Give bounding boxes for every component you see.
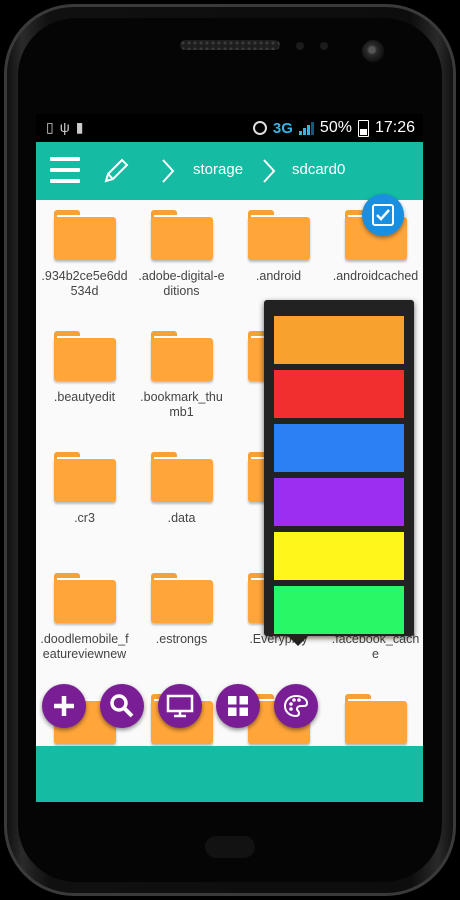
file-item[interactable]: .adobe-digital-editions <box>133 200 230 299</box>
folder-icon <box>247 210 310 260</box>
battery-icon <box>357 119 369 137</box>
fab-toolbar <box>42 684 318 730</box>
file-name: .androidcached <box>332 269 419 283</box>
alarm-icon <box>252 121 267 135</box>
palette-icon <box>283 694 309 718</box>
breadcrumb-storage[interactable]: storage <box>193 161 243 178</box>
toolbar: storage sdcard0 <box>36 142 423 200</box>
checkbox-icon <box>372 204 394 226</box>
usb-icon: ψ <box>59 119 76 135</box>
file-name: .adobe-digital-editions <box>138 269 225 298</box>
file-item[interactable]: .estrongs <box>133 563 230 647</box>
front-camera <box>362 40 384 62</box>
proximity-sensor <box>296 42 304 50</box>
file-item[interactable]: .android <box>230 200 327 284</box>
grid-view-button[interactable] <box>216 684 260 728</box>
add-icon <box>54 696 74 716</box>
notification-icon: ▯ <box>46 119 60 135</box>
storage-icon: ▮ <box>75 119 90 135</box>
search-button[interactable] <box>100 684 144 728</box>
file-item[interactable]: .bookmark_thumb1 <box>133 321 230 420</box>
folder-icon <box>53 210 116 260</box>
color-swatch[interactable] <box>274 316 404 364</box>
home-button[interactable] <box>205 836 255 858</box>
screen: ▯ψ▮ 3G 50% 17:26 storage sdcard0 .934b2c… <box>36 114 423 802</box>
folder-icon <box>150 452 213 502</box>
color-swatch[interactable] <box>274 478 404 526</box>
file-name: .934b2ce5e6dd534d <box>41 269 128 298</box>
theme-color-button[interactable] <box>274 684 318 728</box>
file-item[interactable] <box>327 684 423 753</box>
grid-icon <box>228 696 248 716</box>
folder-icon <box>53 452 116 502</box>
file-name: .data <box>167 511 196 525</box>
search-icon <box>110 694 134 718</box>
folder-icon <box>53 573 116 623</box>
color-swatch[interactable] <box>274 370 404 418</box>
file-item[interactable]: .934b2ce5e6dd534d <box>36 200 133 299</box>
edit-icon[interactable] <box>100 155 132 187</box>
file-name: .facebook_cache <box>331 632 420 661</box>
monitor-icon <box>166 694 194 718</box>
network-type: 3G <box>272 119 293 137</box>
chevron-right-icon <box>162 159 175 183</box>
file-item[interactable]: .beautyedit <box>36 321 133 405</box>
view-button[interactable] <box>158 684 202 728</box>
color-swatch[interactable] <box>274 424 404 472</box>
earpiece <box>180 40 280 50</box>
add-button[interactable] <box>42 684 86 728</box>
folder-icon <box>53 331 116 381</box>
battery-percent: 50% <box>319 119 352 136</box>
file-name: .beautyedit <box>53 390 116 404</box>
folder-icon <box>150 573 213 623</box>
select-all-button[interactable] <box>362 194 404 236</box>
color-swatch[interactable] <box>274 586 404 634</box>
file-name: .cr3 <box>74 511 95 525</box>
folder-icon <box>344 694 407 744</box>
clock: 17:26 <box>374 119 415 136</box>
status-bar: ▯ψ▮ 3G 50% 17:26 <box>36 114 423 142</box>
chevron-right-icon <box>263 159 276 183</box>
folder-icon <box>150 331 213 381</box>
file-name: .android <box>255 269 302 283</box>
menu-icon[interactable] <box>50 157 80 185</box>
notification-icons: ▯ψ▮ <box>46 119 89 136</box>
file-item[interactable]: .cr3 <box>36 442 133 526</box>
file-name: .doodlemobile_featureviewnew <box>40 632 129 661</box>
file-item[interactable]: .doodlemobile_featureviewnew <box>36 563 133 662</box>
file-item[interactable]: .data <box>133 442 230 526</box>
file-name: .estrongs <box>155 632 208 646</box>
breadcrumb-sdcard0[interactable]: sdcard0 <box>292 161 345 178</box>
folder-icon <box>150 210 213 260</box>
file-name: .bookmark_thumb1 <box>140 390 223 419</box>
color-picker-popup <box>264 300 414 646</box>
color-swatch[interactable] <box>274 532 404 580</box>
signal-icon <box>298 121 314 135</box>
bottom-bar <box>36 746 423 802</box>
light-sensor <box>320 42 328 50</box>
